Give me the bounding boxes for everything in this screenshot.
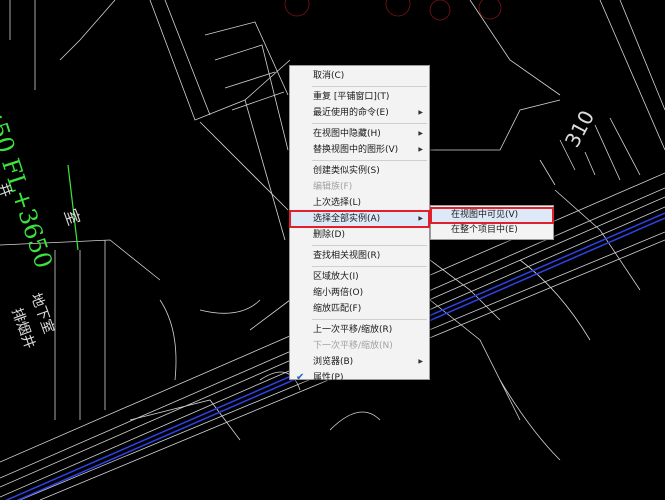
menu-item-hide-in-view[interactable]: 在视图中隐藏(H) ▶ xyxy=(290,126,429,142)
menu-item-label: 区域放大(I) xyxy=(313,272,359,282)
menu-item-label: 创建类似实例(S) xyxy=(313,166,380,176)
submenu-arrow-icon: ▶ xyxy=(418,130,423,137)
submenu-arrow-icon: ▶ xyxy=(418,215,423,222)
submenu-select-all-instances: 在视图中可见(V) 在整个项目中(E) xyxy=(430,205,554,240)
menu-separator xyxy=(312,123,427,124)
menu-item-label: 上一次平移/缩放(R) xyxy=(313,325,393,335)
menu-item-label: 查找相关视图(R) xyxy=(313,251,381,261)
menu-item-label: 在视图中隐藏(H) xyxy=(313,129,381,139)
menu-item-label: 缩小两倍(O) xyxy=(313,288,364,298)
submenu-item-visible-in-view[interactable]: 在视图中可见(V) xyxy=(430,207,554,224)
menu-item-label: 选择全部实例(A) xyxy=(313,214,381,224)
menu-item-prev-pan-zoom[interactable]: 上一次平移/缩放(R) xyxy=(290,322,429,338)
menu-separator xyxy=(312,319,427,320)
menu-item-zoom-out-2x[interactable]: 缩小两倍(O) xyxy=(290,285,429,301)
menu-item-label: 在视图中可见(V) xyxy=(451,210,519,220)
menu-item-select-all-instances[interactable]: 选择全部实例(A) ▶ xyxy=(289,210,430,228)
menu-item-select-previous[interactable]: 上次选择(L) xyxy=(290,195,429,211)
cad-green-line xyxy=(67,164,79,251)
menu-item-label: 上次选择(L) xyxy=(313,198,362,208)
menu-item-label: 属性(P) xyxy=(313,373,344,383)
menu-item-label: 最近使用的命令(E) xyxy=(313,108,389,118)
menu-item-label: 浏览器(B) xyxy=(313,357,354,367)
cad-dimension-310 xyxy=(594,117,641,181)
menu-item-override-graphics[interactable]: 替换视图中的图形(V) ▶ xyxy=(290,142,429,158)
menu-item-properties[interactable]: ✔ 属性(P) xyxy=(290,370,429,386)
menu-item-create-similar[interactable]: 创建类似实例(S) xyxy=(290,163,429,179)
menu-item-zoom-region[interactable]: 区域放大(I) xyxy=(290,269,429,285)
menu-item-next-pan-zoom[interactable]: 下一次平移/缩放(N) xyxy=(290,338,429,354)
menu-separator xyxy=(312,160,427,161)
menu-item-label: 下一次平移/缩放(N) xyxy=(313,341,393,351)
menu-item-recent-commands[interactable]: 最近使用的命令(E) ▶ xyxy=(290,105,429,121)
menu-separator xyxy=(312,245,427,246)
cad-red-arcs xyxy=(284,0,502,21)
menu-item-label: 重复 [平铺窗口](T) xyxy=(313,92,390,102)
menu-item-edit-family[interactable]: 编辑族(F) xyxy=(290,179,429,195)
menu-separator xyxy=(312,86,427,87)
context-menu: 取消(C) 重复 [平铺窗口](T) 最近使用的命令(E) ▶ 在视图中隐藏(H)… xyxy=(289,65,430,383)
menu-item-delete[interactable]: 删除(D) xyxy=(290,227,429,243)
menu-item-repeat[interactable]: 重复 [平铺窗口](T) xyxy=(290,89,429,105)
menu-item-label: 在整个项目中(E) xyxy=(451,225,518,235)
menu-item-label: 替换视图中的图形(V) xyxy=(313,145,399,155)
menu-item-find-related-views[interactable]: 查找相关视图(R) xyxy=(290,248,429,264)
checkmark-icon: ✔ xyxy=(296,372,305,383)
submenu-arrow-icon: ▶ xyxy=(418,109,423,116)
submenu-arrow-icon: ▶ xyxy=(418,146,423,153)
menu-item-label: 编辑族(F) xyxy=(313,182,353,192)
menu-item-label: 删除(D) xyxy=(313,230,345,240)
menu-item-label: 取消(C) xyxy=(313,71,345,81)
menu-item-browsers[interactable]: 浏览器(B) ▶ xyxy=(290,354,429,370)
menu-separator xyxy=(312,266,427,267)
submenu-item-in-entire-project[interactable]: 在整个项目中(E) xyxy=(431,223,553,238)
menu-item-cancel[interactable]: 取消(C) xyxy=(290,68,429,84)
menu-item-zoom-to-fit[interactable]: 缩放匹配(F) xyxy=(290,301,429,317)
submenu-arrow-icon: ▶ xyxy=(418,358,423,365)
menu-item-label: 缩放匹配(F) xyxy=(313,304,362,314)
